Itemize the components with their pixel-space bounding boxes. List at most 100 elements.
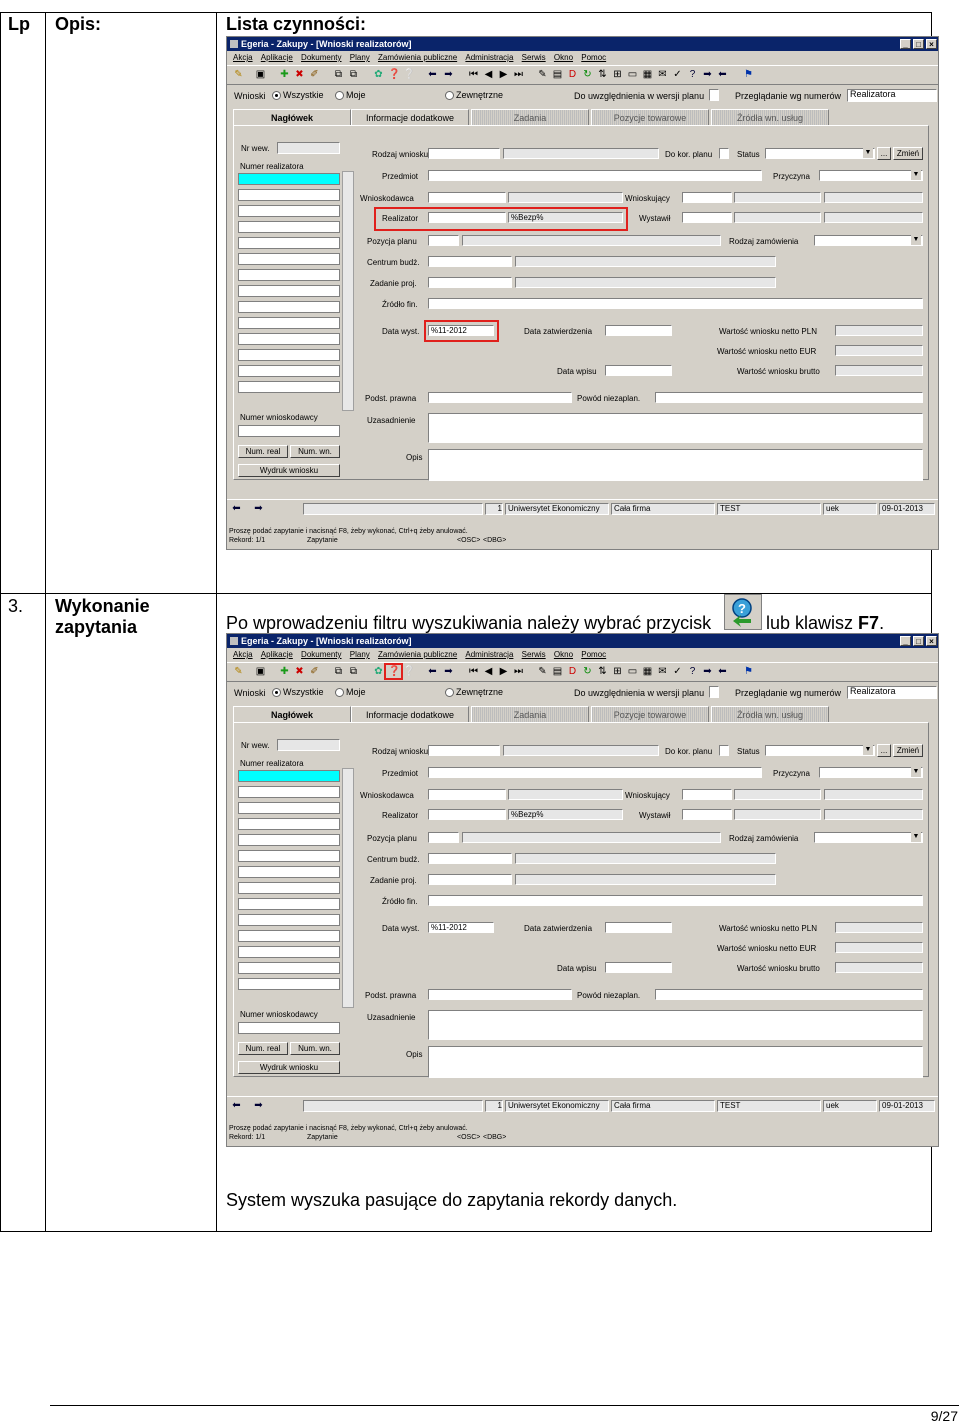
przyczyna-select[interactable] <box>819 767 923 778</box>
check-icon[interactable]: ✓ <box>672 69 683 80</box>
clear-icon[interactable]: ✐ <box>309 69 320 80</box>
report-icon[interactable]: D <box>567 666 578 677</box>
data-wpisu-field[interactable] <box>605 365 672 376</box>
tab-pozycje[interactable]: Pozycje towarowe <box>591 706 709 722</box>
list-item[interactable] <box>238 365 340 377</box>
wydruk-button[interactable]: Wydruk wniosku <box>238 464 340 477</box>
close-icon[interactable]: × <box>926 39 937 49</box>
list-item[interactable] <box>238 301 340 313</box>
report-icon[interactable]: D <box>567 69 578 80</box>
back-icon[interactable]: ⬅ <box>717 69 728 80</box>
list-item[interactable] <box>238 770 340 782</box>
first-record-icon[interactable]: ⏮ <box>468 666 479 677</box>
menu-zamowienia[interactable]: Zamówienia publiczne <box>378 650 457 659</box>
ellipsis-button[interactable]: ... <box>877 744 891 757</box>
menu-pomoc[interactable]: Pomoc <box>581 53 606 62</box>
add-icon[interactable]: ✚ <box>279 666 290 677</box>
zrodlo-fin-field[interactable] <box>428 298 923 309</box>
num-wn-button[interactable]: Num. wn. <box>290 445 340 458</box>
list-item[interactable] <box>238 317 340 329</box>
save-icon[interactable]: ▣ <box>255 69 266 80</box>
browse-select[interactable]: Realizatora <box>847 686 937 699</box>
refresh-icon[interactable]: ↻ <box>582 69 593 80</box>
tab-zrodla[interactable]: Źródła wn. usług <box>711 706 829 722</box>
list-item[interactable] <box>238 349 340 361</box>
do-kor-planu-checkbox[interactable] <box>719 148 729 159</box>
menu-okno[interactable]: Okno <box>554 53 573 62</box>
wystawil-field[interactable] <box>682 809 732 820</box>
next-icon[interactable]: ➡ <box>253 503 264 514</box>
rodzaj-zamowienia-select[interactable] <box>814 235 923 246</box>
list-item[interactable] <box>238 866 340 878</box>
list-item[interactable] <box>238 914 340 926</box>
execute-query-icon[interactable]: ❓ <box>388 69 400 80</box>
close-icon[interactable]: × <box>926 636 937 646</box>
minimize-icon[interactable]: _ <box>900 39 911 49</box>
radio-mine[interactable]: Moje <box>335 90 366 101</box>
realizator-code-field[interactable] <box>428 809 506 820</box>
chevron-down-icon[interactable]: ▼ <box>911 170 921 180</box>
menu-administracja[interactable]: Administracja <box>465 53 513 62</box>
list-item[interactable] <box>238 269 340 281</box>
forward-icon[interactable]: ➡ <box>702 69 713 80</box>
tool-icon[interactable]: ✎ <box>537 69 548 80</box>
tool-icon[interactable]: ✎ <box>537 666 548 677</box>
prev-block-icon[interactable]: ⬅ <box>427 69 438 80</box>
tab-zadania[interactable]: Zadania <box>471 706 589 722</box>
list-item[interactable] <box>238 285 340 297</box>
next-block-icon[interactable]: ➡ <box>443 69 454 80</box>
wnioskujacy-field[interactable] <box>682 192 732 203</box>
menu-administracja[interactable]: Administracja <box>465 650 513 659</box>
grid-icon[interactable]: ▦ <box>642 69 653 80</box>
enter-query-icon[interactable]: ✿ <box>373 666 384 677</box>
zmien-button[interactable]: Zmień <box>893 147 923 160</box>
menu-akcja[interactable]: Akcja <box>233 53 253 62</box>
next-block-icon[interactable]: ➡ <box>443 666 454 677</box>
menu-plany[interactable]: Plany <box>350 650 370 659</box>
back-icon[interactable]: ⬅ <box>717 666 728 677</box>
last-record-icon[interactable]: ⏭ <box>513 666 524 677</box>
list-item[interactable] <box>238 333 340 345</box>
pin-icon[interactable]: ✎ <box>233 666 244 677</box>
paste-icon[interactable]: ⧉ <box>348 666 359 677</box>
list-item[interactable] <box>238 189 340 201</box>
przedmiot-field[interactable] <box>428 767 762 778</box>
prev-icon[interactable]: ⬅ <box>231 503 242 514</box>
numer-wnioskodawcy-field[interactable] <box>238 1022 340 1034</box>
last-record-icon[interactable]: ⏭ <box>513 69 524 80</box>
nr-wew-field[interactable] <box>277 739 340 751</box>
clear-icon[interactable]: ✐ <box>309 666 320 677</box>
tree-icon[interactable]: ⊞ <box>612 69 623 80</box>
tab-informacje[interactable]: Informacje dodatkowe <box>351 706 469 722</box>
help-icon[interactable]: ? <box>687 69 698 80</box>
help-icon[interactable]: ? <box>687 666 698 677</box>
data-wpisu-field[interactable] <box>605 962 672 973</box>
list-item[interactable] <box>238 834 340 846</box>
doc-icon[interactable]: ▤ <box>552 666 563 677</box>
sort-icon[interactable]: ⇅ <box>597 69 608 80</box>
copy-icon[interactable]: ⧉ <box>333 666 344 677</box>
przedmiot-field[interactable] <box>428 170 762 181</box>
copy-icon[interactable]: ⧉ <box>333 69 344 80</box>
menu-dokumenty[interactable]: Dokumenty <box>301 650 341 659</box>
tree-icon[interactable]: ⊞ <box>612 666 623 677</box>
list-item[interactable] <box>238 882 340 894</box>
check-icon[interactable]: ✓ <box>672 666 683 677</box>
uzasadnienie-field[interactable] <box>428 413 923 443</box>
wnioskodawca-field[interactable] <box>428 192 506 203</box>
tab-pozycje[interactable]: Pozycje towarowe <box>591 109 709 125</box>
minimize-icon[interactable]: _ <box>900 636 911 646</box>
list-item[interactable] <box>238 802 340 814</box>
num-wn-button[interactable]: Num. wn. <box>290 1042 340 1055</box>
powod-niezaplan-field[interactable] <box>655 392 923 403</box>
next-record-icon[interactable]: ▶ <box>498 69 509 80</box>
radio-external[interactable]: Zewnętrzne <box>445 687 503 698</box>
list-item[interactable] <box>238 962 340 974</box>
tab-informacje[interactable]: Informacje dodatkowe <box>351 109 469 125</box>
list-item[interactable] <box>238 253 340 265</box>
data-zatwierdzenia-field[interactable] <box>605 325 672 336</box>
consider-checkbox[interactable] <box>709 686 719 698</box>
status-select[interactable] <box>765 148 875 159</box>
tab-naglowek[interactable]: Nagłówek <box>233 109 351 125</box>
exit-icon[interactable]: ⚑ <box>743 69 754 80</box>
